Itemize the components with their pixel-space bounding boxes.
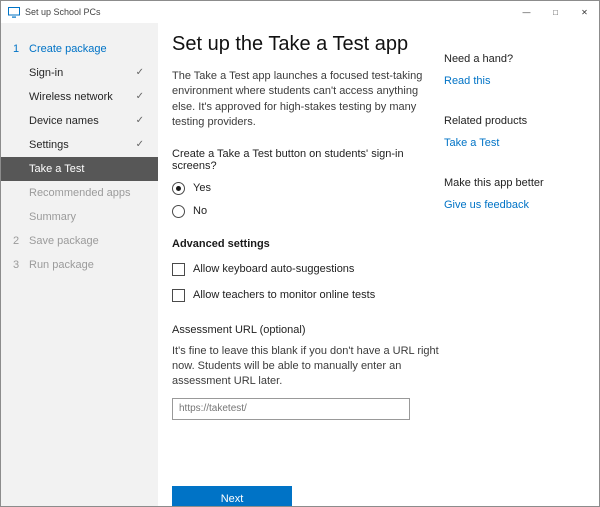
app-window: Set up School PCs — □ ✕ 1 Create package… <box>0 0 600 507</box>
step-label: Save package <box>29 235 99 247</box>
related-products-heading: Related products <box>444 115 599 127</box>
app-icon <box>8 7 20 18</box>
checkbox-label: Allow teachers to monitor online tests <box>193 289 375 301</box>
sidebar-item-label: Summary <box>29 211 76 223</box>
take-a-test-link[interactable]: Take a Test <box>444 137 499 149</box>
make-app-better-heading: Make this app better <box>444 177 599 189</box>
assessment-url-label: Assessment URL (optional) <box>172 324 444 336</box>
window-body: 1 Create package Sign-in ✓ Wireless netw… <box>1 23 599 506</box>
step-number: 3 <box>13 259 29 271</box>
checkbox-control[interactable] <box>172 263 185 276</box>
sidebar-item-wireless-network[interactable]: Wireless network ✓ <box>1 85 158 109</box>
give-feedback-link[interactable]: Give us feedback <box>444 199 529 211</box>
sidebar-item-sign-in[interactable]: Sign-in ✓ <box>1 61 158 85</box>
radio-yes-label: Yes <box>193 182 211 194</box>
maximize-button[interactable]: □ <box>541 1 570 23</box>
radio-no-label: No <box>193 205 207 217</box>
sidebar-item-label: Device names <box>29 115 99 127</box>
checkbox-label: Allow keyboard auto-suggestions <box>193 263 354 275</box>
read-this-link[interactable]: Read this <box>444 75 490 87</box>
need-a-hand-section: Need a hand? Read this <box>444 53 599 87</box>
step-label: Run package <box>29 259 94 271</box>
sidebar-item-recommended-apps: Recommended apps <box>1 181 158 205</box>
check-icon: ✓ <box>136 140 144 150</box>
sidebar: 1 Create package Sign-in ✓ Wireless netw… <box>1 23 158 506</box>
radio-no-control[interactable] <box>172 205 185 218</box>
minimize-button[interactable]: — <box>512 1 541 23</box>
checkbox-control[interactable] <box>172 289 185 302</box>
feedback-section: Make this app better Give us feedback <box>444 177 599 211</box>
assessment-url-help: It's fine to leave this blank if you don… <box>172 344 444 390</box>
checkbox-keyboard-autosuggestions[interactable]: Allow keyboard auto-suggestions <box>172 263 444 276</box>
radio-option-yes[interactable]: Yes <box>172 182 444 195</box>
assessment-url-input[interactable] <box>172 398 410 420</box>
close-button[interactable]: ✕ <box>570 1 599 23</box>
check-icon: ✓ <box>136 68 144 78</box>
radio-option-no[interactable]: No <box>172 205 444 218</box>
sidebar-item-settings[interactable]: Settings ✓ <box>1 133 158 157</box>
check-icon: ✓ <box>136 116 144 126</box>
help-panel: Need a hand? Read this Related products … <box>444 23 599 506</box>
signin-button-question: Create a Take a Test button on students'… <box>172 148 444 172</box>
step-number: 2 <box>13 235 29 247</box>
window-title: Set up School PCs <box>25 7 101 17</box>
step-number: 1 <box>13 43 29 55</box>
advanced-settings-heading: Advanced settings <box>172 238 444 250</box>
need-a-hand-heading: Need a hand? <box>444 53 599 65</box>
window-controls: — □ ✕ <box>512 1 599 23</box>
sidebar-item-label: Settings <box>29 139 69 151</box>
main-content: Set up the Take a Test app The Take a Te… <box>158 23 444 506</box>
step-label: Create package <box>29 43 107 55</box>
check-icon: ✓ <box>136 92 144 102</box>
sidebar-item-summary: Summary <box>1 205 158 229</box>
page-description: The Take a Test app launches a focused t… <box>172 69 444 131</box>
sidebar-item-label: Sign-in <box>29 67 63 79</box>
sidebar-item-label: Wireless network <box>29 91 113 103</box>
radio-yes-control[interactable] <box>172 182 185 195</box>
checkbox-monitor-online-tests[interactable]: Allow teachers to monitor online tests <box>172 289 444 302</box>
related-products-section: Related products Take a Test <box>444 115 599 149</box>
step-create-package[interactable]: 1 Create package <box>1 37 158 61</box>
page-title: Set up the Take a Test app <box>172 33 444 56</box>
sidebar-item-label: Recommended apps <box>29 187 131 199</box>
step-save-package: 2 Save package <box>1 229 158 253</box>
step-run-package: 3 Run package <box>1 253 158 277</box>
sidebar-item-device-names[interactable]: Device names ✓ <box>1 109 158 133</box>
sidebar-item-label: Take a Test <box>29 163 84 175</box>
sidebar-item-take-a-test[interactable]: Take a Test <box>1 157 158 181</box>
title-bar: Set up School PCs — □ ✕ <box>1 1 599 23</box>
next-button[interactable]: Next <box>172 486 292 507</box>
